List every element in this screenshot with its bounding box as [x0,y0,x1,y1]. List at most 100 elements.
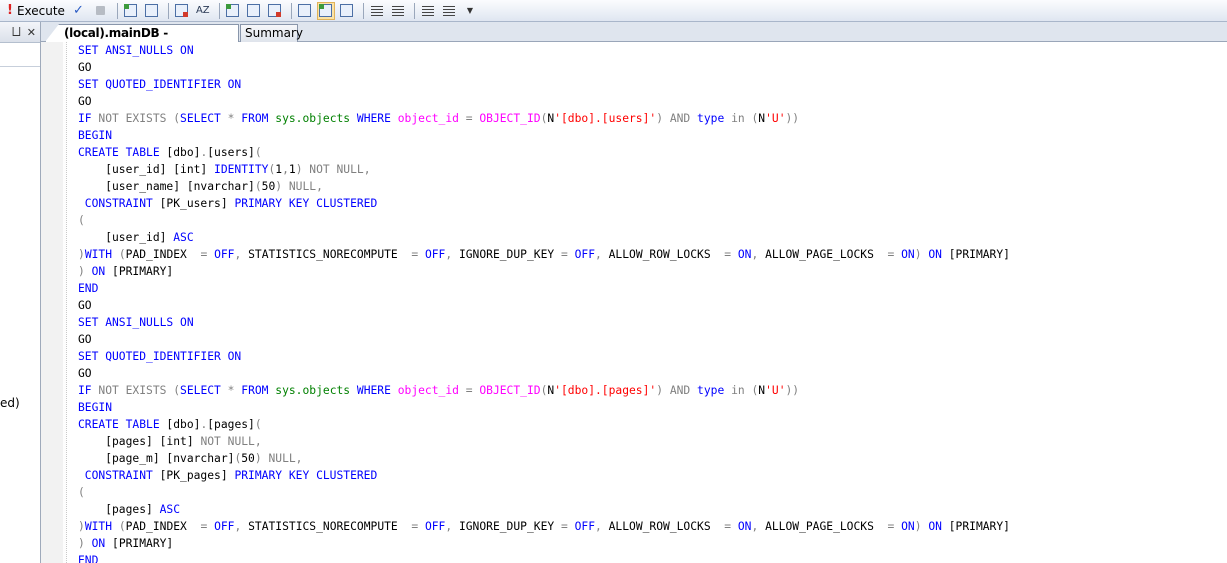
code-token: [user_id] [int] [78,163,215,176]
code-token: [PRIMARY] [112,265,174,278]
code-line[interactable]: SET QUOTED_IDENTIFIER ON [78,76,1010,93]
code-token: IF [78,112,99,125]
code-token: ) NULL, [254,452,303,465]
code-token: [page_m] [nvarchar] [78,452,235,465]
code-line[interactable]: )WITH (PAD_INDEX = OFF, STATISTICS_NOREC… [78,246,1010,263]
code-token: CREATE TABLE [78,418,167,431]
design-query-button[interactable] [173,2,191,20]
code-line[interactable]: IF NOT EXISTS (SELECT * FROM sys.objects… [78,110,1010,127]
display-plan-button[interactable] [122,2,140,20]
code-line[interactable]: [user_id] [int] IDENTITY(1,1) NOT NULL, [78,161,1010,178]
document-tab-strip: (local).mainDB - SQLQuery1.sql Summary [41,22,1227,42]
code-line[interactable]: SET QUOTED_IDENTIFIER ON [78,348,1010,365]
code-token: ( [118,248,126,261]
code-token: = [887,520,902,533]
code-line[interactable]: GO [78,365,1010,382]
code-line[interactable]: ) ON [PRIMARY] [78,263,1010,280]
code-line[interactable]: ( [78,212,1010,229]
code-token: ALLOW_PAGE_LOCKS [765,248,888,261]
code-line[interactable]: BEGIN [78,399,1010,416]
code-token: SET QUOTED_IDENTIFIER ON [78,350,242,363]
increase-indent-button[interactable] [440,2,458,20]
code-token: in [731,384,752,397]
code-line[interactable]: END [78,280,1010,297]
pin-icon[interactable]: ⨆ [12,25,21,39]
code-token: GO [78,95,92,108]
code-token: in [731,112,752,125]
toolbar-overflow-button[interactable]: ▼ [461,2,479,20]
uncomment-button[interactable] [389,2,407,20]
code-token: PRIMARY KEY CLUSTERED [234,469,378,482]
code-token: )) [785,112,800,125]
code-token: NOT NULL, [200,435,262,448]
code-line[interactable]: ( [78,484,1010,501]
code-line[interactable]: )WITH (PAD_INDEX = OFF, STATISTICS_NOREC… [78,518,1010,535]
sql-code[interactable]: SET ANSI_NULLS ON GO SET QUOTED_IDENTIFIER… [78,42,1010,563]
query-options-button[interactable] [143,2,161,20]
code-line[interactable]: [pages] [int] NOT NULL, [78,433,1010,450]
cancel-query-button[interactable] [92,2,110,20]
panel-tree-item-text[interactable]: ed) [0,396,20,410]
code-line[interactable]: GO [78,59,1010,76]
code-line[interactable]: GO [78,297,1010,314]
tab-summary[interactable]: Summary [240,24,303,42]
code-token: ( [78,486,85,499]
code-token: ON [737,248,752,261]
results-to-text-button[interactable] [224,2,242,20]
code-line[interactable]: IF NOT EXISTS (SELECT * FROM sys.objects… [78,382,1010,399]
code-line[interactable]: [user_name] [nvarchar](50) NULL, [78,178,1010,195]
code-token: ) NULL, [275,180,323,193]
close-icon[interactable]: ✕ [27,26,36,39]
code-line[interactable]: SET ANSI_NULLS ON [78,42,1010,59]
sort-button[interactable]: AZ [194,2,212,20]
code-line[interactable]: CREATE TABLE [dbo].[users]( [78,144,1010,161]
code-token: ) [78,248,85,261]
code-token: [user_id] [78,231,174,244]
code-token: )) [785,384,800,397]
live-stats-button[interactable] [338,2,356,20]
results-to-grid-button[interactable] [245,2,263,20]
parse-button[interactable]: ✓ [71,2,89,20]
code-token: ON [91,265,113,278]
code-token: [dbo] [166,146,201,159]
code-token: FROM [241,112,276,125]
code-line[interactable]: SET ANSI_NULLS ON [78,314,1010,331]
sql-editor[interactable]: SET ANSI_NULLS ON GO SET QUOTED_IDENTIFIER… [41,42,1227,563]
code-token: ) [78,265,92,278]
code-token: BEGIN [78,129,113,142]
code-token: OFF [214,248,235,261]
code-line[interactable]: GO [78,331,1010,348]
toolbar-separator [362,2,364,19]
client-statistics-button[interactable] [316,1,335,20]
code-line[interactable]: END [78,552,1010,563]
code-token: WITH [84,248,119,261]
code-token: ) [656,112,670,125]
code-token: [pages] [78,503,160,516]
code-line[interactable]: CONSTRAINT [PK_pages] PRIMARY KEY CLUSTE… [78,467,1010,484]
decrease-indent-button[interactable] [419,2,437,20]
code-line[interactable]: GO [78,93,1010,110]
code-token: IF [78,384,99,397]
panel-toolbar [0,43,40,67]
include-plan-icon [298,4,312,17]
code-token: [PRIMARY] [948,248,1010,261]
comment-lines-icon [370,5,383,16]
code-line[interactable]: [pages] ASC [78,501,1010,518]
code-line[interactable]: CONSTRAINT [PK_users] PRIMARY KEY CLUSTE… [78,195,1010,212]
code-token: GO [78,333,92,346]
tab-sqlquery1[interactable]: (local).mainDB - SQLQuery1.sql [45,24,239,42]
comment-button[interactable] [368,2,386,20]
include-plan-button[interactable] [296,2,314,20]
code-token: END [78,282,99,295]
code-line[interactable]: [user_id] ASC [78,229,1010,246]
code-token: [pages] [207,418,255,431]
code-line[interactable]: CREATE TABLE [dbo].[pages]( [78,416,1010,433]
results-to-file-button[interactable] [266,2,284,20]
code-line[interactable]: [page_m] [nvarchar](50) NULL, [78,450,1010,467]
execute-button[interactable]: ! Execute [4,2,68,20]
code-line[interactable]: BEGIN [78,127,1010,144]
code-line[interactable]: ) ON [PRIMARY] [78,535,1010,552]
code-token: PAD_INDEX [125,520,201,533]
code-token: OFF [424,520,446,533]
toolbar-separator [218,2,220,19]
